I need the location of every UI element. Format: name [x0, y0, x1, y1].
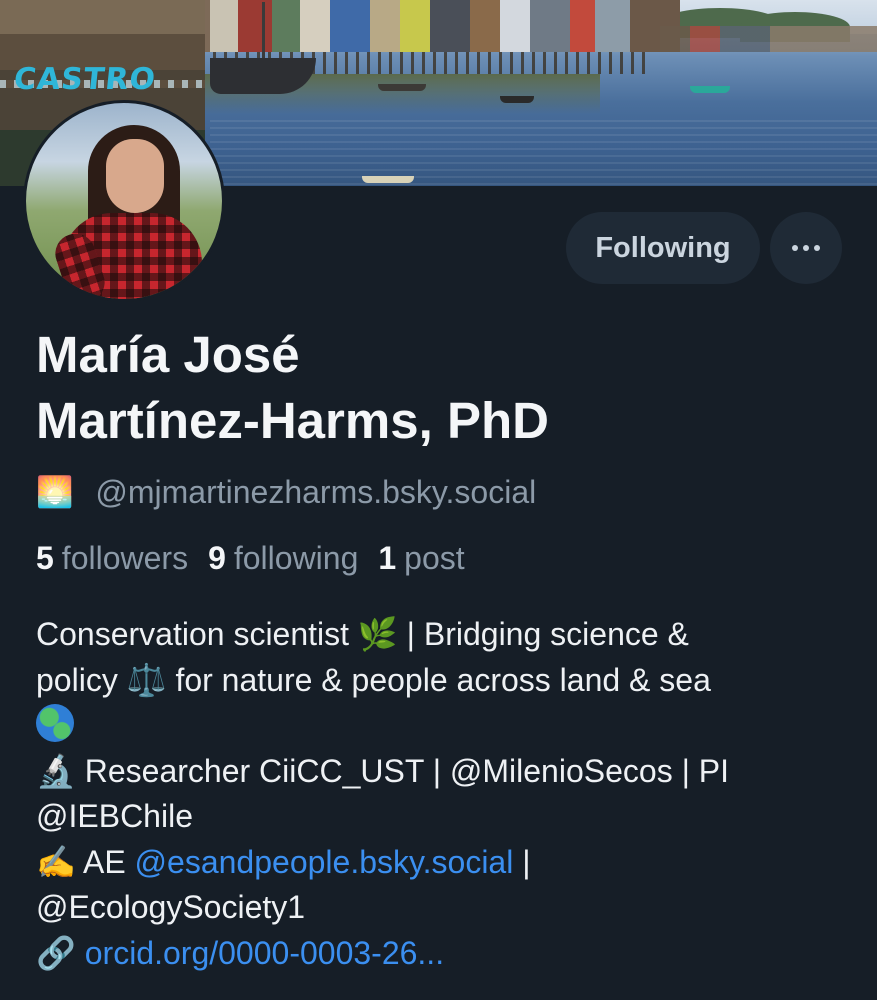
globe-icon [36, 704, 74, 742]
microscope-icon: 🔬 [36, 751, 76, 790]
bio-line: policy ⚖️ for nature & people across lan… [36, 658, 846, 704]
bio-line: @EcologySociety1 [36, 885, 846, 931]
banner-small-boat [362, 176, 414, 183]
profile-page: CASTRO Following María José Martínez-Har… [0, 0, 877, 1000]
bio-line: 🔬 Researcher CiiCC_UST | @MilenioSecos |… [36, 749, 846, 795]
posts-label: post [404, 540, 465, 576]
banner-water [210, 120, 877, 186]
handle-row: 🌅 @mjmartinezharms.bsky.social [36, 472, 536, 512]
following-button[interactable]: Following [566, 212, 760, 284]
banner-small-boat [378, 84, 426, 91]
link-icon: 🔗 [36, 933, 76, 972]
more-options-button[interactable] [770, 212, 842, 284]
display-name-line-2: Martínez-Harms, PhD [36, 392, 549, 449]
profile-stats: 5 followers 9 following 1 post [36, 540, 485, 577]
banner-mast [262, 2, 265, 60]
bio-line [36, 703, 846, 749]
bio-text: | Bridging science & [397, 616, 689, 652]
posts-count: 1 [378, 540, 397, 576]
bio-line: ✍️ AE @esandpeople.bsky.social | [36, 840, 846, 886]
bio-line: @IEBChile [36, 794, 846, 840]
bio-text: | [513, 843, 531, 880]
posts-stat: 1 post [378, 540, 464, 577]
sunrise-icon: 🌅 [36, 474, 74, 510]
ellipsis-icon [803, 245, 809, 251]
ellipsis-icon [814, 245, 820, 251]
followers-stat[interactable]: 5 followers [36, 540, 188, 577]
bio-text: Researcher CiiCC_UST | @MilenioSecos | P… [75, 752, 730, 789]
bio-link-esandpeople[interactable]: @esandpeople.bsky.social [135, 844, 514, 880]
following-count: 9 [208, 540, 226, 576]
bio-line: Conservation scientist 🌿 | Bridging scie… [36, 612, 846, 658]
bio-text: policy [36, 661, 127, 698]
banner-shore [660, 26, 877, 52]
bio-mention: @EcologySociety1 [36, 889, 306, 925]
avatar-face [106, 139, 164, 213]
bio-text: Conservation scientist [36, 616, 358, 652]
banner-houses [180, 0, 680, 52]
herb-icon: 🌿 [357, 615, 398, 653]
ellipsis-icon [792, 245, 798, 251]
following-label: following [233, 540, 359, 576]
display-name-line-1: María José [36, 326, 300, 383]
bio-text: for nature & people across land & sea [166, 661, 711, 698]
bio-text: AE [75, 843, 135, 880]
bio-mention: @IEBChile [36, 798, 193, 834]
display-name: María José Martínez-Harms, PhD [36, 322, 836, 454]
banner-small-boat [500, 96, 534, 103]
followers-count: 5 [36, 540, 54, 576]
banner-sign: CASTRO [12, 62, 158, 97]
avatar[interactable] [23, 100, 225, 302]
writing-hand-icon: ✍️ [36, 842, 76, 881]
user-handle[interactable]: @mjmartinezharms.bsky.social [95, 474, 536, 511]
profile-bio: Conservation scientist 🌿 | Bridging scie… [36, 612, 846, 976]
followers-label: followers [61, 540, 189, 576]
banner-small-boat [690, 86, 730, 93]
bio-line: 🔗 orcid.org/0000-0003-26... [36, 931, 846, 977]
scales-icon: ⚖️ [126, 660, 167, 699]
bio-link-orcid[interactable]: orcid.org/0000-0003-26... [85, 935, 444, 971]
following-stat[interactable]: 9 following [208, 540, 358, 577]
